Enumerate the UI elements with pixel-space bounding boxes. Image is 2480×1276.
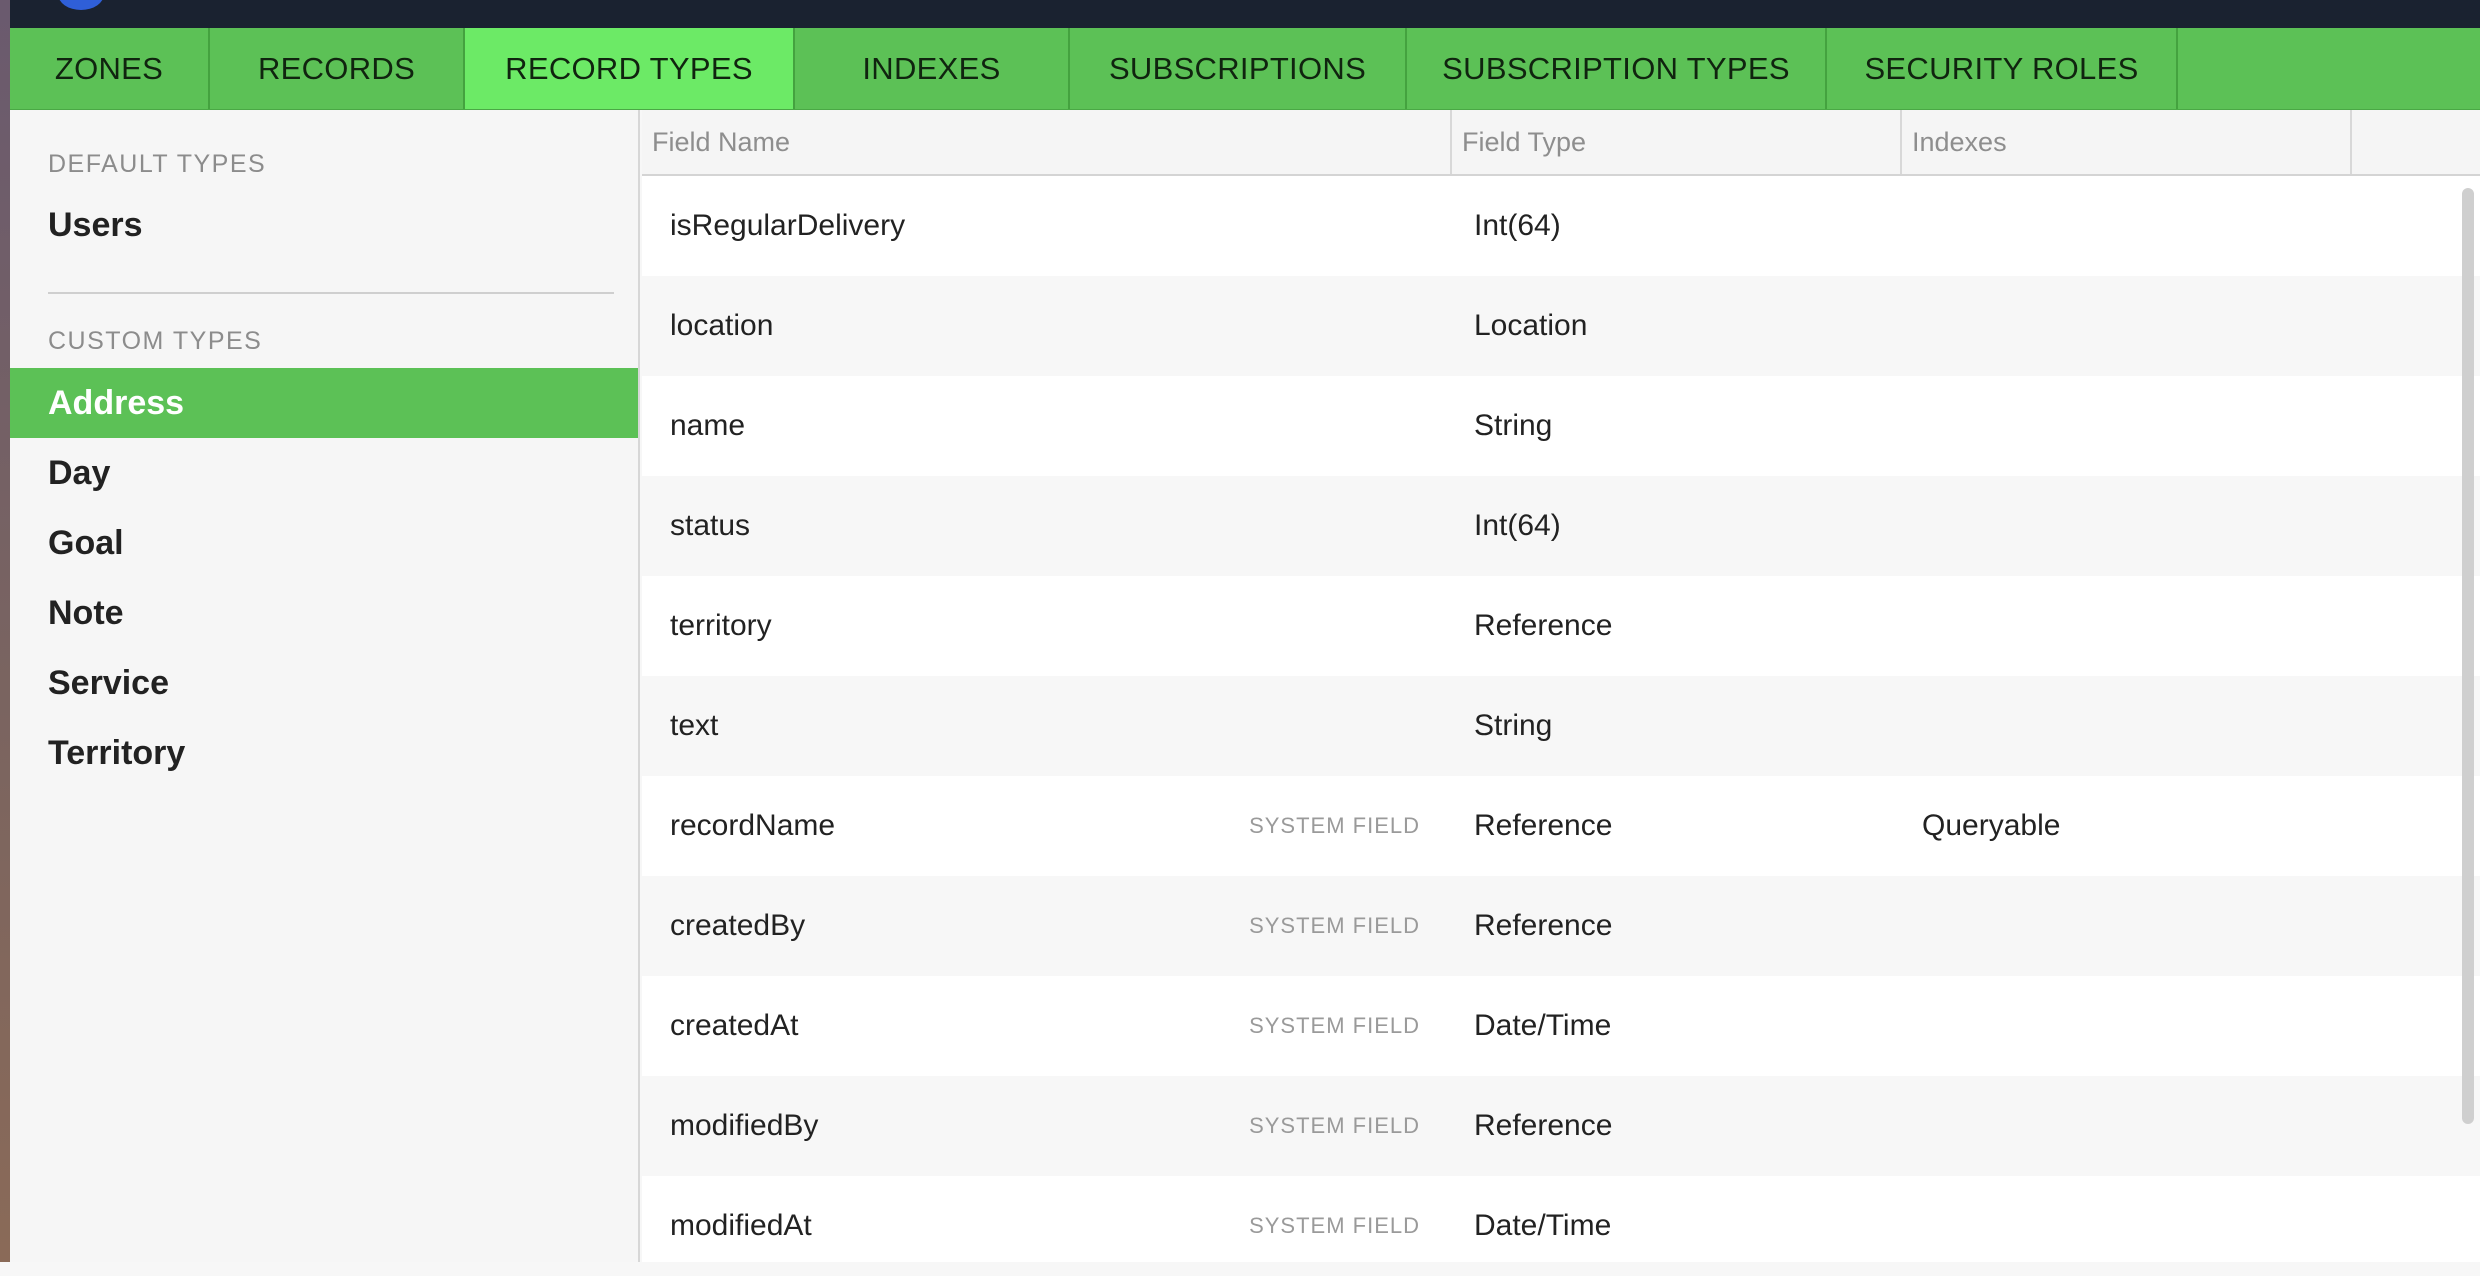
field-type: Reference — [1474, 909, 1612, 943]
field-indexes: Queryable — [1922, 809, 2060, 843]
record-types-sidebar: DEFAULT TYPES Users CUSTOM TYPES Address… — [10, 110, 640, 1262]
tab-record-types[interactable]: RECORD TYPES — [465, 28, 795, 109]
column-header-field-type[interactable]: Field Type — [1452, 110, 1902, 174]
table-row[interactable]: isRegularDelivery Int(64) — [642, 176, 2480, 276]
field-name: createdAt — [670, 1009, 798, 1043]
table-row[interactable]: status Int(64) — [642, 476, 2480, 576]
title-bar — [10, 0, 2480, 28]
field-name: location — [670, 309, 773, 343]
table-row[interactable]: modifiedBy SYSTEM FIELD Reference — [642, 1076, 2480, 1176]
app-logo-icon — [58, 0, 104, 10]
tab-zones[interactable]: ZONES — [10, 28, 210, 109]
sidebar-item-users[interactable]: Users — [10, 190, 638, 260]
field-name: text — [670, 709, 718, 743]
tab-bar: ZONES RECORDS RECORD TYPES INDEXES SUBSC… — [10, 28, 2480, 110]
field-type: Reference — [1474, 809, 1612, 843]
tab-indexes[interactable]: INDEXES — [795, 28, 1070, 109]
table-row[interactable]: name String — [642, 376, 2480, 476]
tab-subscriptions[interactable]: SUBSCRIPTIONS — [1070, 28, 1407, 109]
field-type: Reference — [1474, 1109, 1612, 1143]
field-name: name — [670, 409, 745, 443]
field-name: modifiedAt — [670, 1209, 812, 1243]
desktop-background-edge — [0, 0, 10, 1262]
sidebar-item-address[interactable]: Address — [10, 368, 638, 438]
column-header-indexes[interactable]: Indexes — [1902, 110, 2352, 174]
field-name: recordName — [670, 809, 835, 843]
sidebar-item-territory[interactable]: Territory — [10, 718, 638, 788]
field-type: String — [1474, 709, 1552, 743]
default-types-heading: DEFAULT TYPES — [48, 150, 266, 179]
table-row[interactable]: modifiedAt SYSTEM FIELD Date/Time — [642, 1176, 2480, 1276]
sidebar-item-note[interactable]: Note — [10, 578, 638, 648]
table-row[interactable]: createdBy SYSTEM FIELD Reference — [642, 876, 2480, 976]
system-field-badge: SYSTEM FIELD — [1249, 813, 1420, 839]
table-row[interactable]: territory Reference — [642, 576, 2480, 676]
sidebar-item-day[interactable]: Day — [10, 438, 638, 508]
tab-records[interactable]: RECORDS — [210, 28, 465, 109]
field-name: modifiedBy — [670, 1109, 818, 1143]
system-field-badge: SYSTEM FIELD — [1249, 913, 1420, 939]
sidebar-item-service[interactable]: Service — [10, 648, 638, 718]
field-type: Date/Time — [1474, 1009, 1611, 1043]
column-header-field-name[interactable]: Field Name — [642, 110, 1452, 174]
field-type: Date/Time — [1474, 1209, 1611, 1243]
table-row[interactable]: recordName SYSTEM FIELD Reference Querya… — [642, 776, 2480, 876]
custom-types-heading: CUSTOM TYPES — [48, 327, 262, 356]
fields-table: Field Name Field Type Indexes isRegularD… — [642, 110, 2480, 1262]
table-row[interactable]: text String — [642, 676, 2480, 776]
tab-security-roles[interactable]: SECURITY ROLES — [1827, 28, 2178, 109]
field-name: territory — [670, 609, 772, 643]
tab-subscription-types[interactable]: SUBSCRIPTION TYPES — [1407, 28, 1827, 109]
table-header: Field Name Field Type Indexes — [642, 110, 2480, 176]
field-name: isRegularDelivery — [670, 209, 905, 243]
field-name: status — [670, 509, 750, 543]
table-row[interactable]: location Location — [642, 276, 2480, 376]
system-field-badge: SYSTEM FIELD — [1249, 1013, 1420, 1039]
field-type: Location — [1474, 309, 1587, 343]
field-type: Int(64) — [1474, 209, 1561, 243]
system-field-badge: SYSTEM FIELD — [1249, 1113, 1420, 1139]
field-type: Int(64) — [1474, 509, 1561, 543]
table-body: isRegularDelivery Int(64) location Locat… — [642, 176, 2480, 1262]
field-type: Reference — [1474, 609, 1612, 643]
table-row[interactable]: createdAt SYSTEM FIELD Date/Time — [642, 976, 2480, 1076]
vertical-scrollbar[interactable] — [2462, 188, 2474, 1124]
field-name: createdBy — [670, 909, 805, 943]
sidebar-divider — [48, 292, 614, 294]
system-field-badge: SYSTEM FIELD — [1249, 1213, 1420, 1239]
sidebar-item-goal[interactable]: Goal — [10, 508, 638, 578]
field-type: String — [1474, 409, 1552, 443]
